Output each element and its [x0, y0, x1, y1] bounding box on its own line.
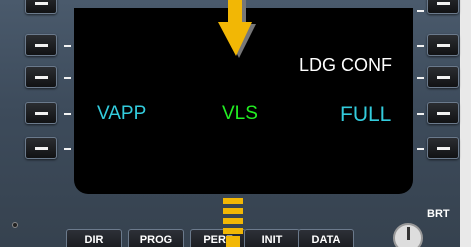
lsk-right-5[interactable]: [427, 137, 459, 159]
screw-icon: [12, 222, 18, 228]
lsk-right-1-indicator: [417, 10, 424, 12]
lsk-left-2[interactable]: [25, 34, 57, 56]
brightness-label: BRT: [427, 208, 450, 220]
vapp-label: VAPP: [97, 103, 147, 124]
lsk-right-4[interactable]: [427, 102, 459, 124]
dir-button[interactable]: DIR: [66, 229, 122, 247]
lsk-left-2-indicator: [64, 45, 71, 47]
init-button[interactable]: INIT: [244, 229, 300, 247]
vls-label: VLS: [222, 103, 258, 124]
lsk-left-3-indicator: [64, 77, 71, 79]
lsk-left-4-indicator: [64, 113, 71, 115]
brightness-knob[interactable]: [393, 223, 423, 247]
lsk-right-4-indicator: [417, 113, 424, 115]
lsk-right-5-indicator: [417, 148, 424, 150]
lsk-right-3-indicator: [417, 77, 424, 79]
lsk-right-2[interactable]: [427, 34, 459, 56]
lsk-left-1[interactable]: [25, 0, 57, 14]
lsk-left-5[interactable]: [25, 137, 57, 159]
lsk-left-5-indicator: [64, 148, 71, 150]
down-arrow-icon: [218, 0, 256, 58]
lsk-right-3[interactable]: [427, 66, 459, 88]
lsk-right-1[interactable]: [427, 0, 459, 14]
lsk-left-4[interactable]: [25, 102, 57, 124]
ldg-conf-value[interactable]: FULL: [340, 104, 391, 125]
perf-pointer-icon: [223, 198, 243, 247]
ldg-conf-title: LDG CONF: [299, 55, 393, 75]
lsk-left-3[interactable]: [25, 66, 57, 88]
data-button[interactable]: DATA: [298, 229, 354, 247]
prog-button[interactable]: PROG: [128, 229, 184, 247]
lsk-right-2-indicator: [417, 45, 424, 47]
